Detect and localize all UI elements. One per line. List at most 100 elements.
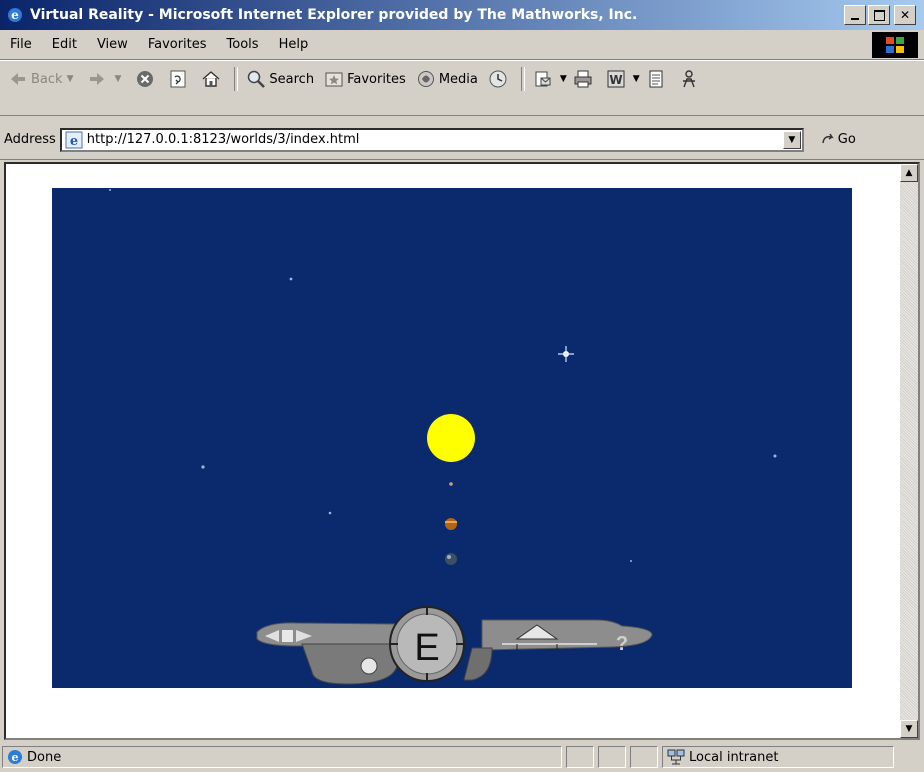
back-arrow-icon <box>11 73 25 85</box>
media-icon <box>417 71 434 87</box>
mail-icon <box>535 71 551 87</box>
svg-text:e: e <box>12 751 19 764</box>
forward-arrow-icon <box>90 73 105 85</box>
media-button[interactable]: Media <box>416 69 478 89</box>
title-bar[interactable]: e Virtual Reality - Microsoft Internet E… <box>0 0 924 30</box>
status-pane-blocked <box>630 746 658 768</box>
discuss-button[interactable] <box>646 69 669 89</box>
scroll-down-button[interactable]: ▼ <box>900 720 918 738</box>
vertical-scrollbar[interactable]: ▲ ▼ <box>900 164 918 738</box>
minimize-button[interactable] <box>844 5 866 25</box>
go-button[interactable]: Go <box>820 131 856 149</box>
nav-stop-icon[interactable] <box>282 630 293 642</box>
menu-help[interactable]: Help <box>269 37 319 52</box>
menu-file[interactable]: File <box>0 37 42 52</box>
windows-logo-icon <box>872 32 918 58</box>
planet-venus <box>445 518 457 530</box>
address-dropdown-button[interactable]: ▼ <box>782 130 801 149</box>
star <box>328 511 332 515</box>
maximize-icon <box>873 9 885 21</box>
vrml-viewer[interactable]: E ? <box>52 188 852 688</box>
menu-edit[interactable]: Edit <box>42 37 87 52</box>
search-icon <box>248 70 266 88</box>
back-button[interactable]: Back ▼ <box>8 69 77 89</box>
history-icon <box>489 70 507 88</box>
edit-button[interactable]: W ▼ <box>606 69 644 89</box>
local-intranet-icon <box>667 749 685 765</box>
status-bar: e Done Local intranet <box>0 742 924 772</box>
status-pane-lock <box>598 746 626 768</box>
print-button[interactable] <box>573 69 596 89</box>
menu-bar: File Edit View Favorites Tools Help <box>0 30 924 60</box>
home-icon <box>202 71 220 87</box>
sun <box>427 414 475 462</box>
svg-text:e: e <box>11 8 19 22</box>
vr-scene: E ? <box>52 188 852 688</box>
toolbar-separator <box>520 67 525 91</box>
status-zone-pane[interactable]: Local intranet <box>662 746 894 768</box>
star <box>201 465 205 469</box>
chevron-down-icon: ▼ <box>905 724 913 734</box>
forward-button[interactable]: ▼ <box>87 69 125 89</box>
address-input[interactable]: e http://127.0.0.1:8123/worlds/3/index.h… <box>59 127 804 152</box>
nav-help-button[interactable]: ? <box>616 633 628 655</box>
minimize-icon <box>851 18 859 20</box>
menu-tools[interactable]: Tools <box>217 37 269 52</box>
star <box>109 189 111 191</box>
print-icon <box>574 70 592 88</box>
refresh-icon <box>170 70 186 88</box>
close-button[interactable]: ✕ <box>894 5 916 25</box>
stop-button[interactable] <box>135 69 158 89</box>
go-arrow-icon <box>822 133 834 143</box>
mail-button[interactable]: ▼ <box>533 69 571 89</box>
ie-page-icon: e <box>8 750 22 764</box>
star <box>773 454 777 458</box>
planet-earth <box>445 553 457 565</box>
close-icon: ✕ <box>899 8 911 22</box>
favorites-label: Favorites <box>347 71 406 87</box>
favorites-icon <box>325 72 343 87</box>
svg-text:W: W <box>609 73 622 87</box>
chevron-down-icon[interactable]: ▼ <box>560 74 567 84</box>
menu-favorites[interactable]: Favorites <box>138 37 217 52</box>
status-pane-progress <box>566 746 594 768</box>
chevron-up-icon: ▲ <box>905 168 913 178</box>
search-button[interactable]: Search <box>246 69 314 89</box>
nav-mode-letter: E <box>414 627 439 669</box>
zone-label: Local intranet <box>689 749 779 765</box>
home-button[interactable] <box>201 69 224 89</box>
favorites-button[interactable]: Favorites <box>324 69 406 89</box>
maximize-button[interactable] <box>868 5 890 25</box>
document-icon <box>649 70 663 88</box>
history-button[interactable] <box>488 69 511 89</box>
word-edit-icon: W <box>607 70 625 88</box>
svg-text:e: e <box>70 134 78 149</box>
toolbar-separator <box>234 67 239 91</box>
venus-band <box>445 521 457 523</box>
back-label: Back <box>31 71 63 87</box>
refresh-button[interactable] <box>168 69 191 89</box>
address-url: http://127.0.0.1:8123/worlds/3/index.htm… <box>86 132 360 147</box>
planet-mercury <box>449 482 453 486</box>
status-text-pane: e Done <box>2 746 562 768</box>
ie-page-icon: e <box>65 131 83 149</box>
standard-toolbar: Back ▼ ▼ Search Favorites Media ▼ W ▼ <box>0 60 924 116</box>
chevron-down-icon[interactable]: ▼ <box>114 74 121 84</box>
messenger-button[interactable] <box>679 69 702 89</box>
nav-straighten-button[interactable] <box>360 657 378 675</box>
menu-view[interactable]: View <box>87 37 138 52</box>
page-content: E ? ▲ ▼ <box>4 162 920 740</box>
ie-logo-icon: e <box>8 8 22 22</box>
address-label: Address <box>4 132 56 147</box>
chevron-down-icon[interactable]: ▼ <box>633 74 640 84</box>
address-bar: Address e http://127.0.0.1:8123/worlds/3… <box>0 120 924 160</box>
scroll-up-button[interactable]: ▲ <box>900 164 918 182</box>
stop-icon <box>137 71 154 87</box>
messenger-icon <box>682 70 695 88</box>
star <box>630 560 632 562</box>
media-label: Media <box>438 71 478 87</box>
chevron-down-icon[interactable]: ▼ <box>67 74 74 84</box>
earth-highlight <box>447 555 451 559</box>
go-label: Go <box>837 132 856 147</box>
window-title: Virtual Reality - Microsoft Internet Exp… <box>30 7 638 23</box>
